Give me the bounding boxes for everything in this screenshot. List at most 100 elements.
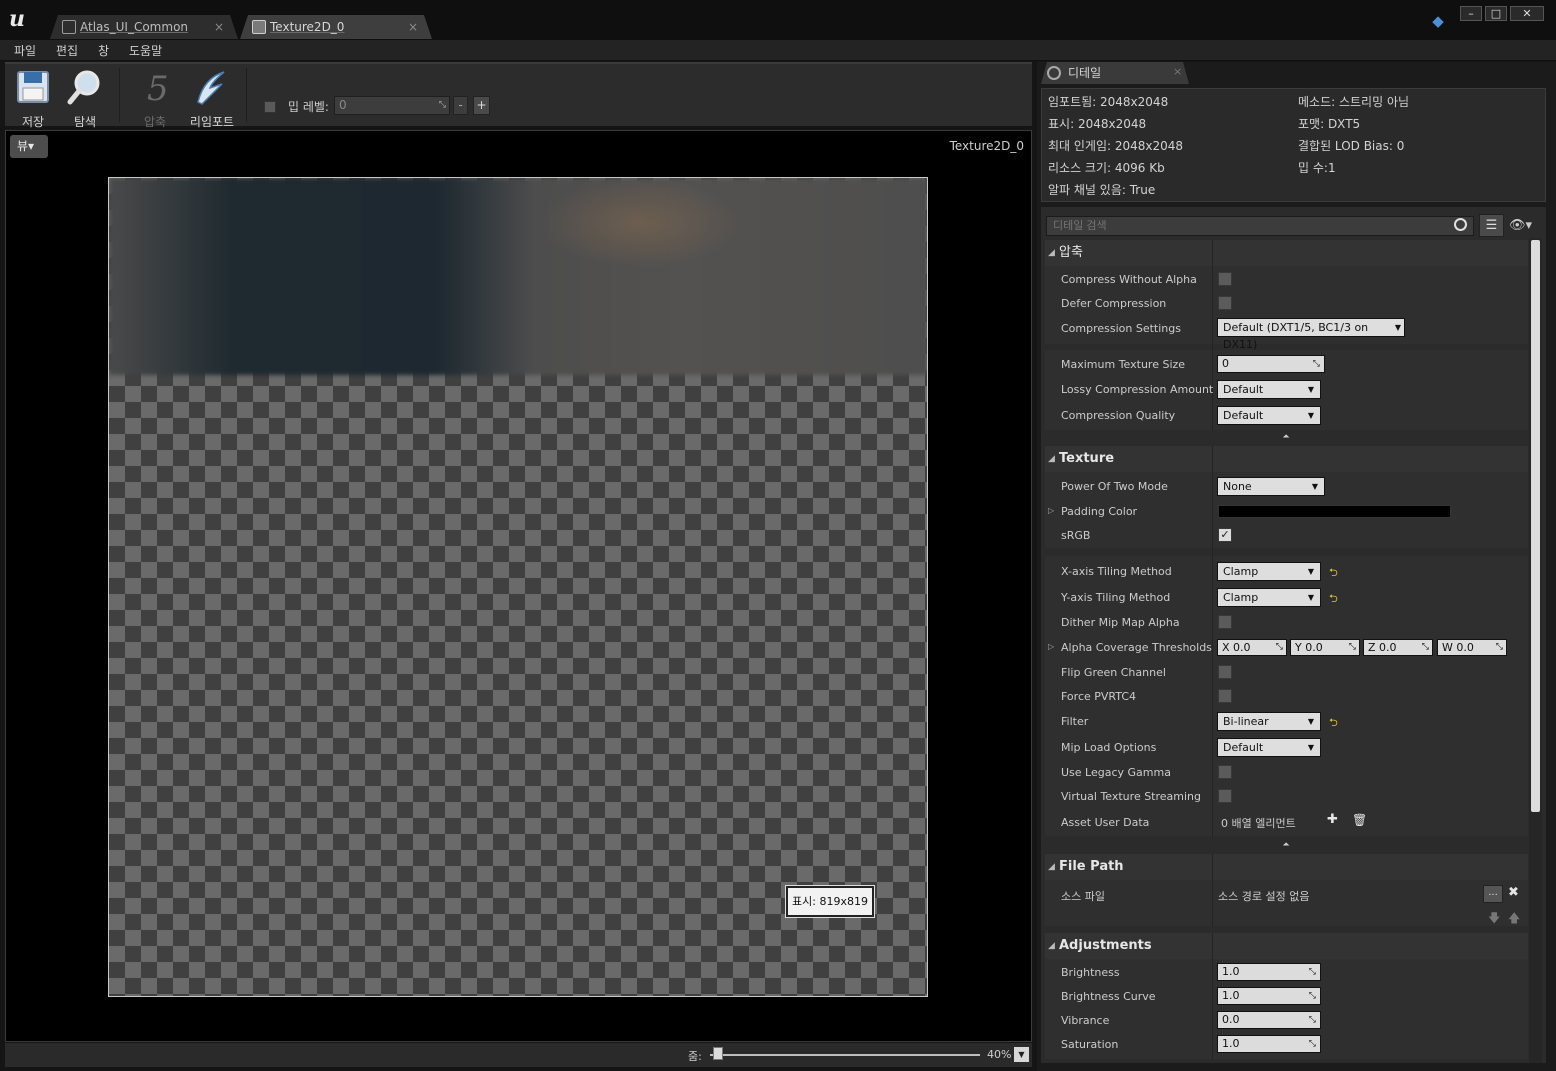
- lossy-compression-dropdown[interactable]: Default ▼: [1217, 380, 1321, 399]
- chevron-down-icon: ▼: [1307, 385, 1314, 394]
- prop-source-file: 소스 파일: [1061, 890, 1105, 903]
- info-method: 메소드: 스트리밍 아님: [1298, 95, 1410, 109]
- saturation-input[interactable]: 1.0 ⤡: [1217, 1035, 1321, 1053]
- legacy-gamma-checkbox[interactable]: [1218, 765, 1232, 779]
- search-icon[interactable]: [1454, 218, 1467, 231]
- dither-mip-checkbox[interactable]: [1218, 615, 1232, 629]
- column-divider[interactable]: [1212, 240, 1213, 430]
- prop-padding-color: Padding Color: [1061, 505, 1138, 518]
- tab-close-icon[interactable]: ×: [408, 15, 418, 39]
- axis-value: Y 0.0: [1295, 641, 1323, 654]
- tab-atlas-ui-common[interactable]: Atlas_UI_Common ×: [50, 15, 238, 39]
- mip-load-dropdown[interactable]: Default ▼: [1217, 738, 1321, 757]
- mip-level-checkbox[interactable]: [264, 101, 276, 113]
- power-of-two-dropdown[interactable]: None ▼: [1217, 477, 1325, 496]
- compression-settings-dropdown[interactable]: Default (DXT1/5, BC1/3 on DX11) ▼: [1217, 318, 1405, 351]
- tab-texture2d-0[interactable]: Texture2D_0 ×: [240, 15, 432, 39]
- add-element-icon[interactable]: ✚: [1327, 812, 1338, 827]
- info-max-ingame: 최대 인게임: 2048x2048: [1048, 139, 1184, 153]
- menu-edit[interactable]: 편집: [56, 42, 78, 59]
- srgb-checkbox[interactable]: ✓: [1218, 528, 1232, 542]
- category-adjustments[interactable]: ◢ Adjustments: [1045, 933, 1528, 959]
- view-options-button[interactable]: 뷰▾: [10, 135, 48, 158]
- vibrance-input[interactable]: 0.0 ⤡: [1217, 1011, 1321, 1029]
- alpha-coverage-y-input[interactable]: Y 0.0 ⤡: [1290, 639, 1360, 656]
- category-file-path[interactable]: ◢ File Path: [1045, 854, 1528, 880]
- menu-help[interactable]: 도움말: [129, 42, 162, 59]
- info-resource-size: 리소스 크기: 4096 Kb: [1048, 161, 1165, 175]
- virtual-streaming-checkbox[interactable]: [1218, 789, 1232, 803]
- force-pvrtc4-checkbox[interactable]: [1218, 689, 1232, 703]
- category-compression[interactable]: ◢ 압축: [1045, 240, 1528, 266]
- browse-source-file-button[interactable]: ...: [1483, 885, 1503, 903]
- tutorial-cap-icon[interactable]: ◆: [1428, 12, 1448, 30]
- filter-dropdown[interactable]: Bi-linear ▼: [1217, 712, 1321, 731]
- arrow-up-icon[interactable]: 🡅: [1508, 909, 1520, 930]
- reimport-button[interactable]: 리임포트: [184, 66, 240, 129]
- close-window-button[interactable]: ✕: [1510, 6, 1544, 21]
- column-divider[interactable]: [1212, 446, 1213, 838]
- defer-compression-checkbox[interactable]: [1218, 296, 1232, 310]
- tab-close-icon[interactable]: ×: [214, 15, 224, 39]
- browse-button[interactable]: 탐색: [60, 66, 110, 129]
- brightness-curve-input[interactable]: 1.0 ⤡: [1217, 987, 1321, 1005]
- category-texture[interactable]: ◢ Texture: [1045, 446, 1528, 472]
- column-divider[interactable]: [1212, 933, 1213, 1059]
- category-label: 압축: [1059, 245, 1083, 260]
- collapse-advanced-icon[interactable]: ⏶: [1280, 432, 1292, 442]
- toolbar-separator: [246, 68, 247, 122]
- chevron-down-icon: ▼: [1307, 717, 1314, 726]
- prop-flip-green: Flip Green Channel: [1061, 666, 1166, 679]
- x-tiling-dropdown[interactable]: Clamp ▼: [1217, 562, 1321, 581]
- zoom-slider-thumb[interactable]: [713, 1047, 723, 1060]
- expand-arrow-icon[interactable]: ▷: [1048, 506, 1054, 515]
- trash-icon[interactable]: 🗑: [1352, 813, 1367, 827]
- property-matrix-button[interactable]: ☰: [1479, 214, 1504, 237]
- details-tab-close-icon[interactable]: ×: [1173, 65, 1182, 78]
- max-texture-size-input[interactable]: 0 ⤡: [1217, 355, 1325, 373]
- details-scrollbar-thumb[interactable]: [1531, 240, 1540, 812]
- prop-lossy-compression: Lossy Compression Amount: [1061, 383, 1214, 396]
- padding-color-swatch[interactable]: [1218, 505, 1451, 518]
- alpha-coverage-x-input[interactable]: X 0.0 ⤡: [1217, 639, 1287, 656]
- prop-virtual-streaming: Virtual Texture Streaming: [1061, 790, 1202, 803]
- alpha-coverage-w-input[interactable]: W 0.0 ⤡: [1437, 639, 1507, 656]
- chevron-down-icon: ▼: [1307, 593, 1314, 602]
- compress-button[interactable]: 5 압축: [130, 66, 180, 129]
- reset-to-default-icon[interactable]: ⮌: [1329, 590, 1338, 609]
- column-divider[interactable]: [1212, 854, 1213, 926]
- expand-arrow-icon[interactable]: ▷: [1048, 642, 1054, 651]
- mip-level-increment-button[interactable]: +: [473, 96, 490, 115]
- collapse-caret-icon: ◢: [1048, 862, 1055, 872]
- zoom-slider-track[interactable]: [710, 1054, 980, 1056]
- brightness-input[interactable]: 1.0 ⤡: [1217, 963, 1321, 981]
- compression-quality-dropdown[interactable]: Default ▼: [1217, 406, 1321, 425]
- prop-alpha-coverage: Alpha Coverage Thresholds: [1061, 641, 1212, 654]
- flip-green-checkbox[interactable]: [1218, 665, 1232, 679]
- mip-level-decrement-button[interactable]: -: [453, 96, 468, 115]
- save-button[interactable]: 저장: [8, 66, 58, 129]
- view-options-eye-icon[interactable]: 👁▾: [1509, 218, 1539, 234]
- unreal-logo-icon[interactable]: u: [4, 6, 30, 32]
- drag-handle-icon: ⤡: [1495, 642, 1503, 652]
- maximize-button[interactable]: □: [1485, 6, 1507, 21]
- details-search-input[interactable]: [1046, 216, 1474, 236]
- menu-file[interactable]: 파일: [14, 42, 36, 59]
- details-tab[interactable]: 디테일: [1041, 62, 1189, 84]
- minimize-button[interactable]: –: [1460, 6, 1482, 21]
- dropdown-value: Default: [1223, 741, 1264, 754]
- alpha-coverage-z-input[interactable]: Z 0.0 ⤡: [1363, 639, 1433, 656]
- mip-level-label: 밉 레벨:: [288, 100, 329, 114]
- zoom-dropdown-button[interactable]: ▼: [1014, 1047, 1029, 1062]
- collapse-advanced-icon[interactable]: ⏶: [1280, 840, 1292, 850]
- reset-to-default-icon[interactable]: ⮌: [1329, 564, 1338, 583]
- arrow-down-icon[interactable]: 🡇: [1488, 909, 1500, 930]
- reset-to-default-icon[interactable]: ⮌: [1329, 714, 1338, 733]
- mip-level-input[interactable]: 0 ⤡: [334, 96, 450, 115]
- clear-source-file-icon[interactable]: ✖: [1508, 885, 1519, 900]
- y-tiling-dropdown[interactable]: Clamp ▼: [1217, 588, 1321, 607]
- number-value: 1.0: [1222, 965, 1240, 978]
- texture-content: [109, 178, 927, 375]
- compress-without-alpha-checkbox[interactable]: [1218, 272, 1232, 286]
- menu-window[interactable]: 창: [98, 42, 109, 59]
